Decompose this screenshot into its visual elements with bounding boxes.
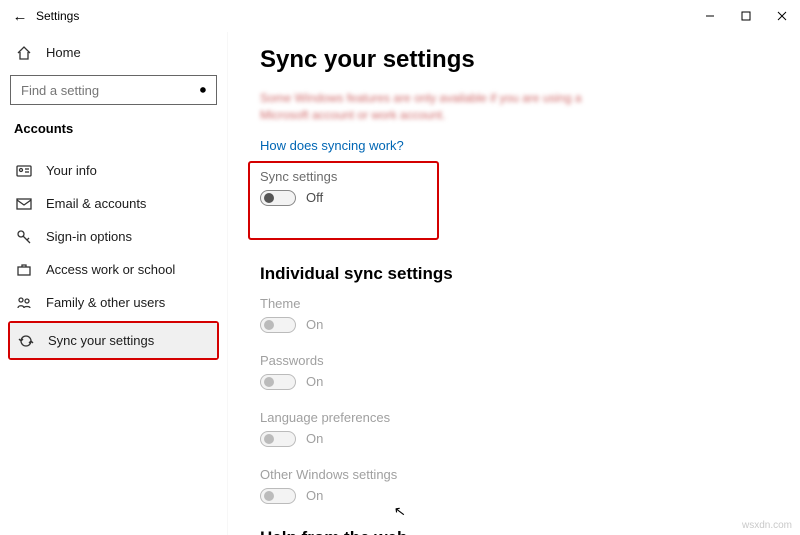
passwords-state: On [306, 374, 323, 389]
nav-label: Your info [46, 163, 97, 178]
nav-label: Sign-in options [46, 229, 132, 244]
page-heading: Sync your settings [260, 46, 768, 74]
badge-icon [14, 161, 34, 181]
nav-label: Family & other users [46, 295, 165, 310]
sidebar: Home Accounts Your info Email & accounts [0, 32, 228, 535]
window-controls [692, 0, 800, 32]
highlight-box-main: Sync settings Off [248, 161, 439, 240]
search-input[interactable] [19, 82, 199, 99]
sidebar-item-your-info[interactable]: Your info [8, 154, 219, 187]
search-box[interactable] [10, 75, 217, 105]
close-button[interactable] [764, 0, 800, 32]
maximize-button[interactable] [728, 0, 764, 32]
help-heading: Help from the web [260, 528, 768, 535]
back-button[interactable]: ← [6, 8, 34, 25]
nav-label: Access work or school [46, 262, 175, 277]
how-syncing-link[interactable]: How does syncing work? [260, 138, 768, 153]
individual-heading: Individual sync settings [260, 264, 768, 284]
sync-settings-state: Off [306, 190, 323, 205]
mail-icon [14, 194, 34, 214]
language-toggle[interactable] [260, 431, 296, 447]
theme-state: On [306, 317, 323, 332]
sidebar-item-family-users[interactable]: Family & other users [8, 286, 219, 319]
sidebar-item-sync-settings[interactable]: Sync your settings [10, 323, 217, 358]
sidebar-item-email-accounts[interactable]: Email & accounts [8, 187, 219, 220]
briefcase-icon [14, 260, 34, 280]
sync-settings-toggle[interactable] [260, 190, 296, 206]
minimize-button[interactable] [692, 0, 728, 32]
titlebar: ← Settings [0, 0, 800, 32]
highlight-box-sidebar: Sync your settings [8, 321, 219, 360]
passwords-label: Passwords [260, 353, 768, 368]
other-windows-state: On [306, 488, 323, 503]
language-label: Language preferences [260, 410, 768, 425]
sync-settings-label: Sync settings [260, 169, 337, 184]
search-icon [199, 83, 208, 98]
nav-label: Sync your settings [48, 333, 154, 348]
passwords-toggle[interactable] [260, 374, 296, 390]
sync-icon [16, 331, 36, 351]
home-icon [14, 43, 34, 63]
account-notice: Some Windows features are only available… [260, 90, 620, 124]
nav-label: Email & accounts [46, 196, 146, 211]
sidebar-home[interactable]: Home [8, 36, 219, 69]
other-windows-toggle[interactable] [260, 488, 296, 504]
home-label: Home [46, 45, 81, 60]
theme-toggle[interactable] [260, 317, 296, 333]
sidebar-section-heading: Accounts [8, 119, 219, 146]
people-icon [14, 293, 34, 313]
watermark: wsxdn.com [742, 520, 792, 531]
window-title: Settings [34, 9, 79, 23]
main-content: Sync your settings Some Windows features… [228, 32, 800, 535]
theme-label: Theme [260, 296, 768, 311]
cursor-icon: ↖ [393, 502, 407, 520]
language-state: On [306, 431, 323, 446]
sidebar-item-signin-options[interactable]: Sign-in options [8, 220, 219, 253]
key-icon [14, 227, 34, 247]
sidebar-item-access-work-school[interactable]: Access work or school [8, 253, 219, 286]
other-windows-label: Other Windows settings [260, 467, 768, 482]
